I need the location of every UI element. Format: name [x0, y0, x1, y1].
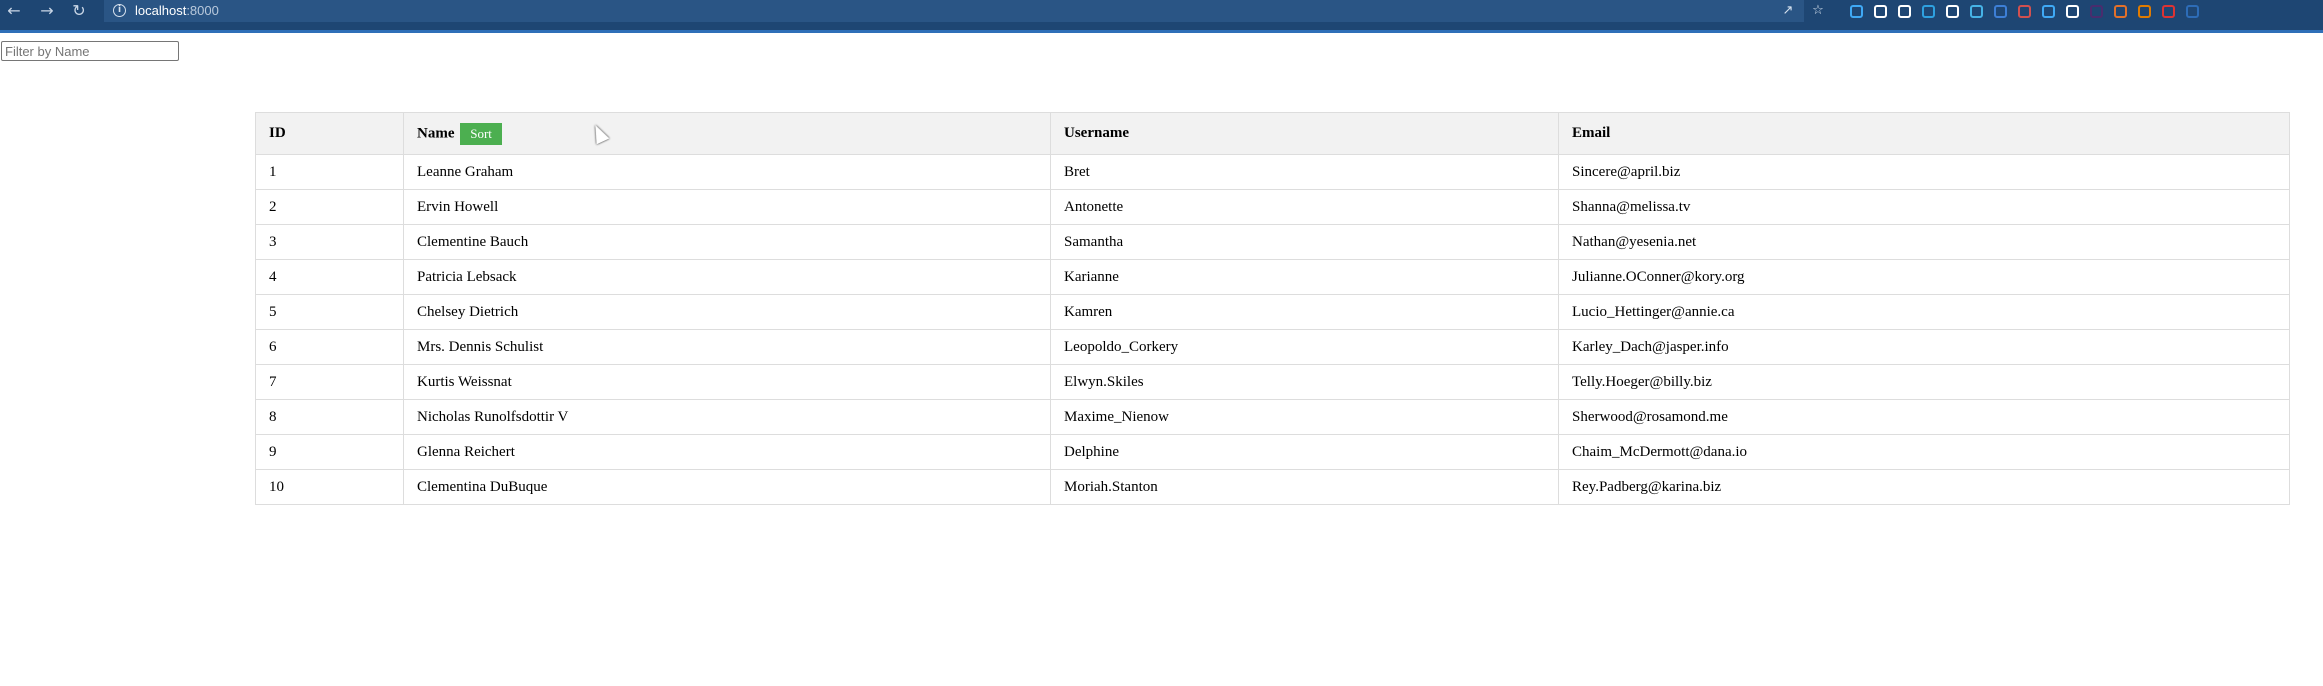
- table-row: 4 Patricia Lebsack Karianne Julianne.OConne…: [255, 259, 2290, 295]
- forward-arrow-icon[interactable]: →: [36, 0, 58, 22]
- filter-by-name-input[interactable]: [1, 41, 179, 61]
- cell-username: Antonette: [1050, 189, 1559, 225]
- cell-name: Clementina DuBuque: [403, 469, 1051, 505]
- extension-15-icon[interactable]: [2186, 5, 2199, 18]
- extension-10-icon[interactable]: [2066, 5, 2079, 18]
- cell-email: Sherwood@rosamond.me: [1558, 399, 2290, 435]
- cell-email: Telly.Hoeger@billy.biz: [1558, 364, 2290, 400]
- cell-username: Elwyn.Skiles: [1050, 364, 1559, 400]
- extension-2-icon[interactable]: [1874, 5, 1887, 18]
- cell-id: 5: [255, 294, 404, 330]
- extension-12-icon[interactable]: [2114, 5, 2127, 18]
- cell-username: Karianne: [1050, 259, 1559, 295]
- header-name-label: Name: [417, 124, 455, 141]
- cell-email: Shanna@melissa.tv: [1558, 189, 2290, 225]
- table-row: 1 Leanne Graham Bret Sincere@april.biz: [255, 154, 2290, 190]
- extension-14-icon[interactable]: [2162, 5, 2175, 18]
- header-name: Name Sort: [403, 112, 1051, 155]
- url-port: :8000: [186, 3, 219, 18]
- cell-name: Ervin Howell: [403, 189, 1051, 225]
- cell-id: 9: [255, 434, 404, 470]
- table-row: 6 Mrs. Dennis Schulist Leopoldo_Corkery Kar…: [255, 329, 2290, 365]
- table-row: 10 Clementina DuBuque Moriah.Stanton Rey.Pa…: [255, 469, 2290, 505]
- share-icon[interactable]: ↗: [1778, 2, 1798, 20]
- cell-name: Glenna Reichert: [403, 434, 1051, 470]
- extension-9-icon[interactable]: [2042, 5, 2055, 18]
- cell-email: Chaim_McDermott@dana.io: [1558, 434, 2290, 470]
- cell-username: Moriah.Stanton: [1050, 469, 1559, 505]
- cell-id: 1: [255, 154, 404, 190]
- address-bar[interactable]: [104, 0, 1804, 22]
- cell-email: Karley_Dach@jasper.info: [1558, 329, 2290, 365]
- header-username: Username: [1050, 112, 1559, 155]
- table-row: 9 Glenna Reichert Delphine Chaim_McDermott@…: [255, 434, 2290, 470]
- extension-4-icon[interactable]: [1922, 5, 1935, 18]
- table-body: 1 Leanne Graham Bret Sincere@april.biz 2 Ervi…: [255, 154, 2290, 505]
- bookmark-star-icon[interactable]: ☆: [1808, 2, 1828, 20]
- header-email: Email: [1558, 112, 2290, 155]
- back-arrow-icon[interactable]: ←: [3, 0, 25, 22]
- cell-name: Chelsey Dietrich: [403, 294, 1051, 330]
- cell-id: 10: [255, 469, 404, 505]
- cell-username: Maxime_Nienow: [1050, 399, 1559, 435]
- header-id: ID: [255, 112, 404, 155]
- cell-name: Nicholas Runolfsdottir V: [403, 399, 1051, 435]
- table-row: 5 Chelsey Dietrich Kamren Lucio_Hettinger@a…: [255, 294, 2290, 330]
- cell-email: Nathan@yesenia.net: [1558, 224, 2290, 260]
- cell-id: 4: [255, 259, 404, 295]
- cell-id: 6: [255, 329, 404, 365]
- cell-username: Kamren: [1050, 294, 1559, 330]
- extension-13-icon[interactable]: [2138, 5, 2151, 18]
- cell-username: Bret: [1050, 154, 1559, 190]
- cell-name: Leanne Graham: [403, 154, 1051, 190]
- cell-id: 7: [255, 364, 404, 400]
- cell-username: Delphine: [1050, 434, 1559, 470]
- cell-name: Kurtis Weissnat: [403, 364, 1051, 400]
- browser-toolbar: ← → ↻ i localhost:8000 ↗ ☆: [0, 0, 2323, 33]
- extension-3-icon[interactable]: [1898, 5, 1911, 18]
- cell-username: Leopoldo_Corkery: [1050, 329, 1559, 365]
- cell-id: 3: [255, 224, 404, 260]
- extension-11-icon[interactable]: [2090, 5, 2103, 18]
- cell-email: Sincere@april.biz: [1558, 154, 2290, 190]
- cell-name: Patricia Lebsack: [403, 259, 1051, 295]
- extension-1-icon[interactable]: [1850, 5, 1863, 18]
- cell-email: Rey.Padberg@karina.biz: [1558, 469, 2290, 505]
- site-info-icon[interactable]: i: [113, 4, 126, 17]
- users-table: ID Name Sort Username Email 1 Leanne Grah…: [255, 112, 2290, 505]
- table-row: 3 Clementine Bauch Samantha Nathan@yesenia.…: [255, 224, 2290, 260]
- cell-id: 8: [255, 399, 404, 435]
- extension-7-icon[interactable]: [1994, 5, 2007, 18]
- cell-email: Lucio_Hettinger@annie.ca: [1558, 294, 2290, 330]
- reload-icon[interactable]: ↻: [68, 0, 90, 22]
- cell-id: 2: [255, 189, 404, 225]
- extension-8-icon[interactable]: [2018, 5, 2031, 18]
- extension-5-icon[interactable]: [1946, 5, 1959, 18]
- table-row: 8 Nicholas Runolfsdottir V Maxime_Nienow Sh…: [255, 399, 2290, 435]
- cell-username: Samantha: [1050, 224, 1559, 260]
- table-row: 2 Ervin Howell Antonette Shanna@melissa.tv: [255, 189, 2290, 225]
- cell-name: Mrs. Dennis Schulist: [403, 329, 1051, 365]
- cell-email: Julianne.OConner@kory.org: [1558, 259, 2290, 295]
- url-host: localhost: [135, 3, 187, 18]
- extension-6-icon[interactable]: [1970, 5, 1983, 18]
- table-row: 7 Kurtis Weissnat Elwyn.Skiles Telly.Hoeger…: [255, 364, 2290, 400]
- sort-button[interactable]: Sort: [460, 122, 502, 145]
- cell-name: Clementine Bauch: [403, 224, 1051, 260]
- table-header-row: ID Name Sort Username Email: [255, 112, 2290, 155]
- url-text[interactable]: localhost:8000: [135, 2, 219, 20]
